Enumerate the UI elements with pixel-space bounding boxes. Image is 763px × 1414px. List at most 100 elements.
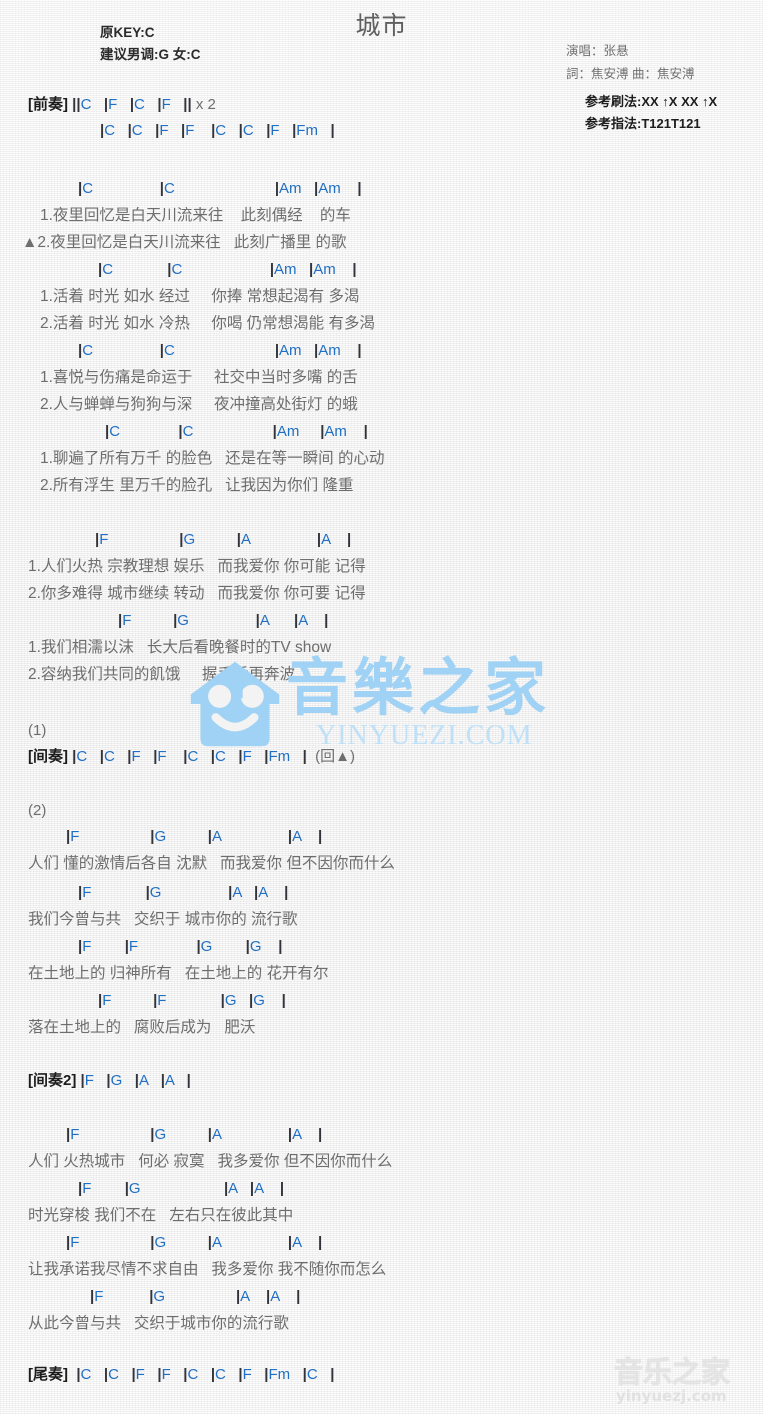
chord-symbol: A	[292, 828, 302, 845]
chord-line-text	[166, 828, 208, 845]
bar-separator: |	[281, 992, 286, 1009]
chord-line-text	[161, 884, 228, 901]
lyric-line: 人们 懂的激情后各自 沈默 而我爱你 但不因你而什么	[28, 855, 395, 872]
lyric-line: 2.你多难得 城市继续 转动 而我爱你 你可要 记得	[28, 585, 366, 602]
section-verse-4: |C |C |Am |Am | 1.聊遍了所有万千 的脸色 还是在等一瞬间 的心动…	[0, 419, 763, 499]
section-chorus-b4: |F |G |A |A | 从此今曾与共 交织于城市你的流行歌	[0, 1284, 763, 1337]
section-interlude-2: [间奏2] |F |G |A |A |	[0, 1068, 763, 1094]
lyric-line: 从此今曾与共 交织于城市你的流行歌	[28, 1315, 289, 1332]
chord-line-text	[341, 342, 358, 359]
chord-line-text: (回▲)	[306, 748, 356, 765]
chord-symbol: A	[241, 531, 251, 548]
chord-line-text: x 2	[191, 96, 216, 113]
chord-line-text	[341, 180, 358, 197]
section-verse-3: |C |C |Am |Am | 1.喜悦与伤痛是命运于 社交中当时多嘴 的舌 2.人…	[0, 338, 763, 418]
section-chorus-2: |F |G |A |A | 1.我们相濡以沫 长大后看晚餐时的TV show 2.容…	[0, 608, 763, 688]
chord-symbol: F	[102, 992, 112, 1009]
lyric-line: 2.活着 时光 如水 冷热 你喝 仍常想渴能 有多渴	[40, 315, 375, 332]
bar-separator: |	[357, 342, 362, 359]
chord-line: (2)	[0, 798, 763, 824]
section-interlude-1: (1) [间奏] |C |C |F |F |C |C |F |Fm | (回▲)	[0, 718, 763, 770]
chord-symbol: F	[157, 748, 167, 765]
chord-line-text	[301, 1234, 318, 1251]
chord-symbol: F	[128, 938, 139, 955]
chord-symbol: Fm	[268, 748, 291, 765]
chord-line-text	[212, 938, 245, 955]
chord-line-text	[221, 1126, 288, 1143]
chord-symbol: G	[128, 1180, 141, 1197]
chord-line: |F |F |G |G |	[0, 988, 763, 1014]
credits-block: 演唱：张悬 詞：焦安溥 曲：焦安溥	[566, 40, 694, 86]
chord-line-text	[87, 748, 100, 765]
section-verse-1: |C |C |Am |Am | 1.夜里回忆是白天川流来往 此刻偶经 的车 ▲2.夜…	[0, 176, 763, 256]
chord-line-text	[141, 748, 154, 765]
chord-symbol: C	[76, 748, 88, 765]
chord-line-text	[145, 96, 158, 113]
chord-line-text	[91, 1180, 124, 1197]
bar-separator: |	[330, 1366, 335, 1383]
chord-symbol: A	[292, 1234, 302, 1251]
chord-symbol: F	[242, 1366, 252, 1383]
chord-symbol: F	[70, 1126, 80, 1143]
chord-line-text	[280, 122, 293, 139]
chord-symbol: A	[139, 1072, 149, 1089]
chord-symbol: G	[224, 992, 237, 1009]
writer-composer-label: 詞：焦安溥 曲：焦安溥	[566, 67, 695, 81]
chord-symbol: A	[228, 1180, 238, 1197]
chord-line: |F |G |A |A |	[0, 527, 763, 553]
chord-symbol: G	[253, 992, 265, 1009]
chord-line-text	[301, 828, 318, 845]
chord-line-text	[189, 612, 256, 629]
chord-line-text	[91, 884, 145, 901]
chord-line-text	[79, 828, 150, 845]
chord-line-text	[175, 180, 275, 197]
chord-line-text	[174, 1072, 187, 1089]
chord-symbol: F	[70, 1234, 80, 1251]
chord-symbol: A	[232, 884, 242, 901]
chord-symbol: G	[149, 884, 162, 901]
chord-symbol: F	[82, 938, 92, 955]
chord-symbol: F	[82, 1180, 92, 1197]
lyric-line: 1.夜里回忆是白天川流来往 此刻偶经 的车	[40, 207, 351, 224]
chord-symbol: Am	[318, 342, 341, 359]
chord-symbol: F	[99, 531, 109, 548]
chord-symbol: G	[153, 1288, 166, 1305]
chord-symbol: C	[163, 180, 175, 197]
chord-line-text	[115, 122, 128, 139]
lyric-line: 让我承诺我尽情不求自由 我多爱你 我不随你而怎么	[28, 1261, 387, 1278]
chord-line-text	[299, 423, 320, 440]
chord-symbol: C	[131, 122, 143, 139]
chord-symbol: F	[94, 1288, 104, 1305]
bar-separator: |	[330, 122, 335, 139]
chord-symbol: F	[135, 1366, 145, 1383]
section-verse-b: (2) |F |G |A |A | 人们 懂的激情后各自 沈默 而我爱你 但不因你而…	[0, 798, 763, 877]
lyric-line: 2.容纳我们共同的飢饿 握手后再奔波	[28, 666, 295, 683]
chord-symbol: F	[161, 96, 171, 113]
lyric-line: 1.喜悦与伤痛是命运于 社交中当时多嘴 的舌	[40, 369, 358, 386]
chord-symbol: F	[159, 122, 169, 139]
chord-symbol: A	[212, 1234, 222, 1251]
chord-line-text	[226, 122, 239, 139]
chord-symbol: F	[131, 748, 141, 765]
chord-symbol: C	[108, 1366, 119, 1383]
section-label: [间奏]	[28, 748, 68, 765]
chord-symbol: Am	[279, 342, 302, 359]
chord-line-text	[141, 1180, 224, 1197]
chord-symbol: F	[270, 122, 280, 139]
chord-line-text	[182, 261, 270, 278]
chord-line-text	[175, 342, 275, 359]
chord-line: |F |G |A |A |	[0, 880, 763, 906]
chord-symbol: F	[70, 828, 80, 845]
section-outro: [尾奏] |C |C |F |F |C |C |F |Fm |C |	[0, 1362, 763, 1388]
lyric-line: 时光穿梭 我们不在 左右只在彼此其中	[28, 1207, 294, 1224]
chord-line-text	[330, 531, 347, 548]
chord-symbol: C	[82, 180, 94, 197]
lyric-line: ▲2.夜里回忆是白天川流来往 此刻广播里 的歌	[22, 234, 347, 251]
chord-symbol: G	[177, 612, 189, 629]
chord-line-text	[143, 122, 156, 139]
chord-symbol: F	[185, 122, 195, 139]
chord-line-text	[91, 1366, 104, 1383]
lyric-line: 1.我们相濡以沫 长大后看晚餐时的TV show	[28, 639, 332, 656]
section-number: (1)	[28, 722, 47, 739]
chord-line-text	[307, 612, 324, 629]
